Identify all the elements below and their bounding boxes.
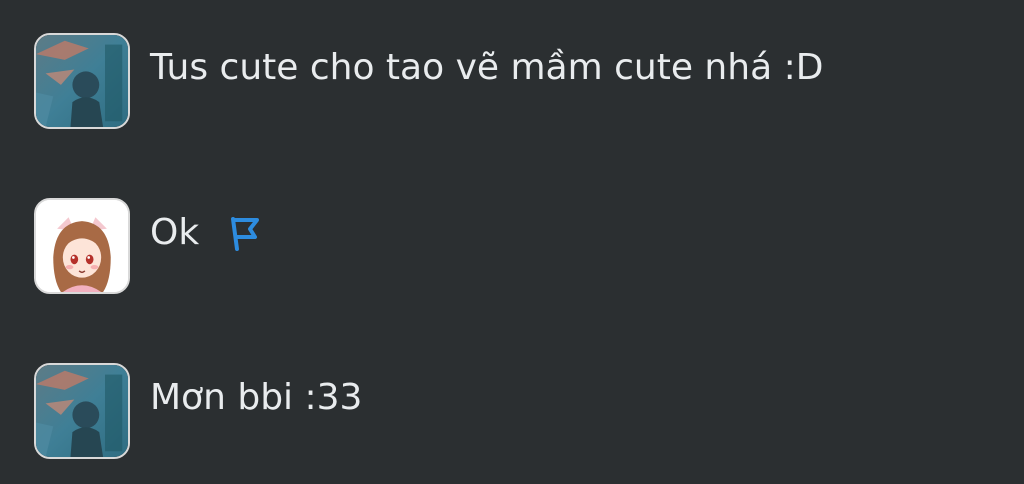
message-text: Ok — [150, 212, 200, 253]
message-text: Tus cute cho tao vẽ mầm cute nhá :D — [150, 47, 824, 88]
chat-thread: Tus cute cho tao vẽ mầm cute nhá :D Ok M… — [0, 0, 1024, 484]
message-text: Mơn bbi :33 — [150, 377, 363, 418]
chat-message: Tus cute cho tao vẽ mầm cute nhá :D — [34, 33, 823, 129]
avatar-photo-icon[interactable] — [34, 33, 130, 129]
message-content: Ok — [150, 207, 263, 259]
chat-message: Ok — [34, 198, 263, 294]
chat-message: Mơn bbi :33 — [34, 363, 362, 459]
flag-icon[interactable] — [227, 213, 263, 253]
avatar-photo-icon[interactable] — [34, 363, 130, 459]
avatar-anime-girl-icon[interactable] — [34, 198, 130, 294]
